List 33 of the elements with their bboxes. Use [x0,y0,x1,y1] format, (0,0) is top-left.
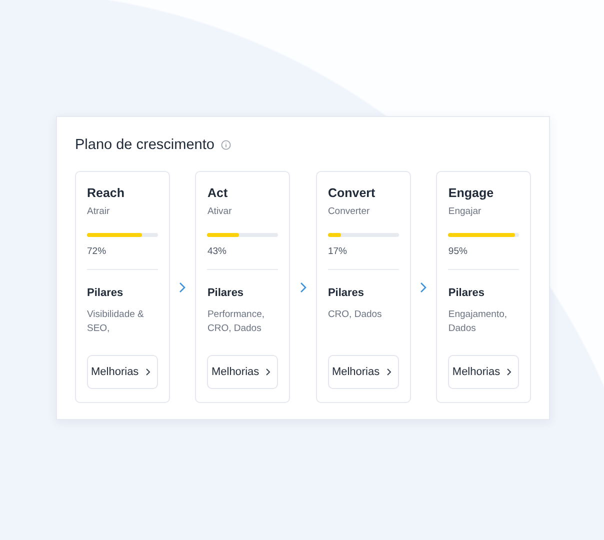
pillars-label: Pilares [328,287,366,299]
pillars-text: Engajamento, Dados [448,308,508,336]
stage-subtitle: Ativar [207,206,233,217]
pillars-label: Pilares [87,287,124,299]
chevron-right-icon [265,368,272,376]
pillars-text: Visibilidade & SEO, [87,308,145,336]
stage-name: Act [207,186,229,200]
pillars-text: CRO, Dados [328,308,383,322]
pillars-label: Pilares [448,287,486,299]
progress-percent: 17% [328,246,348,257]
pillars-label: Pilares [207,287,245,299]
stage-subtitle: Engajar [448,206,482,217]
improvements-button[interactable]: Melhorias [328,355,399,389]
chevron-right-icon [179,282,186,292]
chevron-right-icon [144,368,151,376]
improvements-button[interactable]: Melhorias [207,355,278,389]
pillars-text: Performance, CRO, Dados [207,308,266,336]
chevron-right-icon [506,368,512,376]
info-icon[interactable] [221,140,232,150]
progress-percent: 72% [87,246,108,257]
stage-name: Reach [87,186,126,200]
progress-percent: 95% [448,246,468,257]
chevron-right-icon [300,282,306,292]
stage-name: Convert [328,186,376,200]
stage-subtitle: Converter [328,206,371,217]
progress-percent: 43% [207,246,228,257]
chevron-right-icon [420,282,427,292]
improvements-button[interactable]: Melhorias [448,355,520,389]
stage-name: Engage [448,186,495,200]
panel-title: Plano de crescimento [75,137,214,153]
chevron-right-icon [386,368,392,376]
stage-subtitle: Atrair [87,206,111,217]
improvements-button[interactable]: Melhorias [87,355,158,389]
